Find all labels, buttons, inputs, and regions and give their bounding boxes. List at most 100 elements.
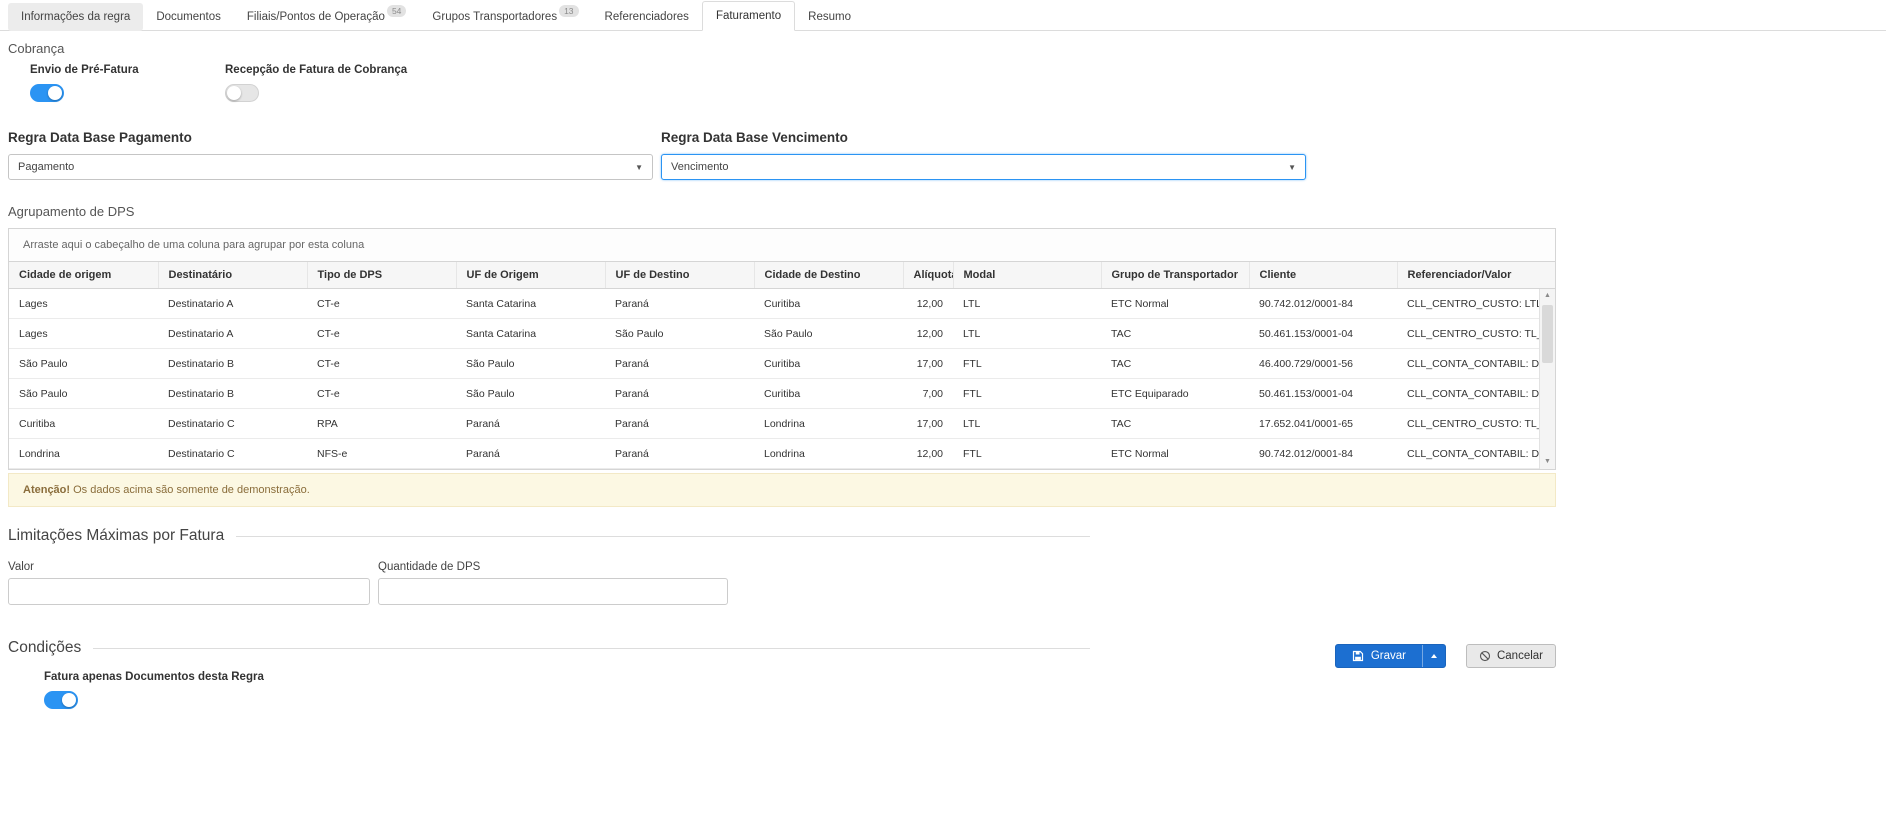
column-header[interactable]: Cliente (1249, 262, 1397, 289)
selected-value: Vencimento (671, 161, 728, 173)
table-cell: ETC Normal (1101, 289, 1249, 319)
table-row[interactable]: CuritibaDestinatario CRPAParanáParanáLon… (9, 409, 1539, 439)
tab-label: Filiais/Pontos de Operação (247, 11, 385, 23)
tab-filiais-pontos-operacao[interactable]: Filiais/Pontos de Operação54 (234, 3, 420, 32)
table-cell: FTL (953, 349, 1101, 379)
table-cell: São Paulo (605, 319, 754, 349)
table-row[interactable]: LagesDestinatario ACT-eSanta CatarinaSão… (9, 319, 1539, 349)
tab-faturamento[interactable]: Faturamento (702, 1, 795, 31)
table-cell: ETC Normal (1101, 439, 1249, 469)
table-cell: Paraná (605, 379, 754, 409)
valor-input[interactable] (8, 578, 370, 605)
column-header[interactable]: Cidade de origem (9, 262, 158, 289)
scroll-down-icon[interactable]: ▼ (1540, 455, 1555, 469)
save-button[interactable]: Gravar (1336, 645, 1422, 667)
regra-pagamento-label: Regra Data Base Pagamento (8, 130, 653, 145)
warning-text: Os dados acima são somente de demonstraç… (70, 484, 310, 496)
table-cell: 17,00 (903, 349, 953, 379)
table-cell: Londrina (754, 409, 903, 439)
chevron-down-icon: ▼ (1288, 163, 1296, 172)
table-cell: Paraná (456, 409, 605, 439)
column-header[interactable]: UF de Origem (456, 262, 605, 289)
column-header[interactable]: Destinatário (158, 262, 307, 289)
table-cell: 90.742.012/0001-84 (1249, 439, 1397, 469)
cancel-button[interactable]: Cancelar (1466, 644, 1556, 668)
scrollbar-thumb[interactable] (1542, 305, 1553, 363)
toggle-knob (48, 86, 62, 100)
regra-pagamento-select[interactable]: Pagamento ▼ (8, 154, 653, 180)
column-header[interactable]: Alíquota (903, 262, 953, 289)
table-cell: Destinatario C (158, 409, 307, 439)
table-cell: CT-e (307, 319, 456, 349)
column-header[interactable]: Modal (953, 262, 1101, 289)
table-row[interactable]: São PauloDestinatario BCT-eSão PauloPara… (9, 349, 1539, 379)
table-row[interactable]: São PauloDestinatario BCT-eSão PauloPara… (9, 379, 1539, 409)
table-cell: CT-e (307, 289, 456, 319)
fatura-apenas-documentos-field: Fatura apenas Documentos desta Regra (8, 671, 1878, 709)
grid-body-area: Cidade de origemDestinatárioTipo de DPSU… (9, 262, 1555, 469)
table-cell: Destinatario A (158, 289, 307, 319)
table-cell: Curitiba (754, 379, 903, 409)
grid-group-drop-zone[interactable]: Arraste aqui o cabeçalho de uma coluna p… (9, 229, 1555, 262)
column-header[interactable]: Cidade de Destino (754, 262, 903, 289)
cancel-icon (1479, 650, 1491, 662)
save-dropdown-caret[interactable] (1422, 645, 1445, 667)
table-cell: FTL (953, 379, 1101, 409)
table-cell: TAC (1101, 349, 1249, 379)
table-cell: Curitiba (754, 289, 903, 319)
tab-count-badge: 54 (387, 5, 406, 18)
grid-vertical-scrollbar[interactable]: ▲ ▼ (1539, 289, 1555, 469)
table-cell: LTL (953, 319, 1101, 349)
table-cell: CLL_CONTA_CONTABIL: DEPART_A (1397, 349, 1539, 379)
table-row[interactable]: LagesDestinatario ACT-eSanta CatarinaPar… (9, 289, 1539, 319)
tab-grupos-transportadores[interactable]: Grupos Transportadores13 (419, 3, 591, 32)
tab-documentos[interactable]: Documentos (143, 3, 234, 31)
table-cell: 50.461.153/0001-04 (1249, 379, 1397, 409)
regra-vencimento-select[interactable]: Vencimento ▼ (661, 154, 1306, 180)
recepcao-fatura-label: Recepção de Fatura de Cobrança (225, 64, 407, 76)
column-header[interactable]: Referenciador/Valor (1397, 262, 1539, 289)
fatura-apenas-documentos-toggle[interactable] (44, 691, 78, 709)
table-cell: Santa Catarina (456, 319, 605, 349)
tab-label: Informações da regra (21, 11, 130, 23)
envio-pre-fatura-toggle[interactable] (30, 84, 64, 102)
table-cell: Paraná (605, 439, 754, 469)
envio-pre-fatura-field: Envio de Pré-Fatura (8, 64, 203, 102)
regra-vencimento-label: Regra Data Base Vencimento (661, 130, 1306, 145)
table-cell: Destinatario B (158, 349, 307, 379)
valor-field: Valor (8, 561, 370, 605)
table-cell: Curitiba (754, 349, 903, 379)
table-row[interactable]: LondrinaDestinatario CNFS-eParanáParanáL… (9, 439, 1539, 469)
cobranca-section-title: Cobrança (8, 41, 1878, 56)
column-header[interactable]: UF de Destino (605, 262, 754, 289)
table-cell: 12,00 (903, 289, 953, 319)
floppy-disk-icon (1352, 650, 1364, 662)
table-cell: 12,00 (903, 319, 953, 349)
table-cell: CLL_CENTRO_CUSTO: TL_DIST (1397, 409, 1539, 439)
chevron-down-icon: ▼ (635, 163, 643, 172)
column-header[interactable]: Grupo de Transportador (1101, 262, 1249, 289)
table-cell: Paraná (605, 409, 754, 439)
table-cell: CT-e (307, 349, 456, 379)
quantidade-dps-input[interactable] (378, 578, 728, 605)
table-cell: CT-e (307, 379, 456, 409)
scroll-up-icon[interactable]: ▲ (1540, 289, 1555, 303)
tab-informacoes-da-regra[interactable]: Informações da regra (8, 3, 143, 31)
fatura-apenas-documentos-label: Fatura apenas Documentos desta Regra (44, 671, 1878, 683)
recepcao-fatura-toggle[interactable] (225, 84, 259, 102)
table-cell: Paraná (605, 349, 754, 379)
valor-label: Valor (8, 561, 370, 573)
tab-resumo[interactable]: Resumo (795, 3, 864, 31)
warning-bold-text: Atenção! (23, 484, 70, 496)
table-cell: São Paulo (456, 349, 605, 379)
tab-referenciadores[interactable]: Referenciadores (592, 3, 702, 31)
table-cell: CLL_CENTRO_CUSTO: TL_DIST (1397, 319, 1539, 349)
table-cell: 12,00 (903, 439, 953, 469)
table-cell: São Paulo (9, 379, 158, 409)
table-cell: São Paulo (456, 379, 605, 409)
table-cell: Curitiba (9, 409, 158, 439)
action-buttons-footer: Gravar Cancelar (0, 644, 1556, 668)
column-header[interactable]: Tipo de DPS (307, 262, 456, 289)
table-cell: 46.400.729/0001-56 (1249, 349, 1397, 379)
limitacoes-section-header: Limitações Máximas por Fatura (8, 527, 1090, 545)
